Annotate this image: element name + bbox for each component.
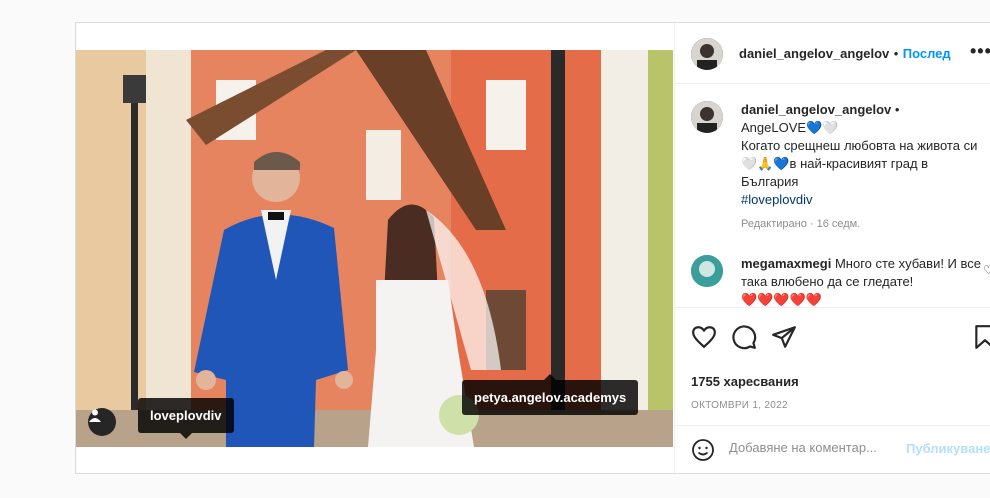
hashtag-link[interactable]: #loveplovdiv <box>741 191 986 209</box>
tag-pointer <box>544 374 557 380</box>
caption-line2: Когато срещнеш любовта на живота си 🤍🙏💙в… <box>741 138 978 189</box>
tagged-user-loveplovdiv[interactable]: loveplovdiv <box>138 398 234 439</box>
share-send-icon[interactable] <box>771 324 797 350</box>
add-comment-bar: Публикуване <box>675 425 990 473</box>
follow-button[interactable]: Послед <box>903 46 951 61</box>
post-actions: 1755 харесвания ОКТОМВРИ 1, 2022 <box>675 307 990 415</box>
tag-label: petya.angelov.academys <box>474 390 627 405</box>
comment-item: megamaxmegi Много сте хубави! И все така… <box>741 255 986 309</box>
tag-label: loveplovdiv <box>150 408 222 423</box>
like-comment-heart-icon[interactable]: ♡ <box>983 263 990 277</box>
caption-line1: AngeLOVE💙🤍 <box>741 120 839 135</box>
save-bookmark-icon[interactable] <box>972 324 990 350</box>
comment-input[interactable] <box>729 440 894 455</box>
commenter-username[interactable]: megamaxmegi <box>741 256 831 271</box>
publish-button[interactable]: Публикуване <box>906 441 990 456</box>
commenter-avatar[interactable] <box>691 255 723 287</box>
emoji-smiley-icon[interactable] <box>691 438 715 462</box>
tag-pointer <box>179 433 192 439</box>
tagged-user-petya[interactable]: petya.angelov.academys <box>462 374 639 415</box>
caption-avatar[interactable] <box>691 101 723 133</box>
author-username[interactable]: daniel_angelov_angelov <box>739 46 889 61</box>
tagged-users-icon[interactable] <box>88 408 116 436</box>
more-options-icon[interactable]: ••• <box>970 41 990 62</box>
separator-dot: • <box>894 102 900 117</box>
post-date: ОКТОМВРИ 1, 2022 <box>691 400 788 411</box>
caption-username[interactable]: daniel_angelov_angelov <box>741 102 891 117</box>
post-photo[interactable]: loveplovdiv petya.angelov.academys <box>76 50 673 447</box>
like-heart-icon[interactable] <box>691 324 717 350</box>
post-caption: daniel_angelov_angelov • AngeLOVE💙🤍 Кога… <box>741 101 986 233</box>
comment-bubble-icon[interactable] <box>731 324 757 350</box>
author-avatar[interactable] <box>691 38 723 70</box>
likes-count[interactable]: 1755 харесвания <box>691 374 799 389</box>
post-header: daniel_angelov_angelov • Послед ••• <box>675 23 990 84</box>
separator-dot: • <box>893 46 899 61</box>
post-card: loveplovdiv petya.angelov.academys danie… <box>75 22 990 474</box>
post-sidebar: daniel_angelov_angelov • Послед ••• dani… <box>674 23 990 473</box>
edited-timestamp: Редактирано · 16 седм. <box>741 218 861 230</box>
